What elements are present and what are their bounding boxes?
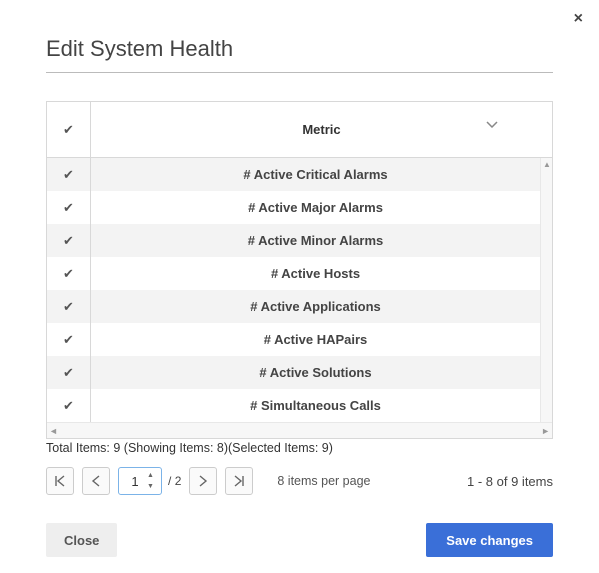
select-all-checkbox[interactable]: ✔ (47, 102, 91, 157)
row-checkbox[interactable]: ✔ (47, 257, 91, 290)
table-row[interactable]: ✔ # Active Critical Alarms (47, 158, 552, 191)
title-divider (46, 72, 553, 73)
row-checkbox[interactable]: ✔ (47, 356, 91, 389)
metric-cell: # Active Applications (91, 290, 552, 323)
page-total: / 2 (168, 474, 181, 488)
metrics-table: ✔ Metric ✔ # Active Critical Alarms ✔ # … (46, 101, 553, 439)
spinner-down-icon[interactable]: ▼ (147, 483, 157, 490)
column-header-label: Metric (302, 122, 340, 137)
row-checkbox[interactable]: ✔ (47, 224, 91, 257)
column-header-metric[interactable]: Metric (91, 102, 552, 157)
scroll-right-icon[interactable]: ► (541, 426, 550, 436)
table-row[interactable]: ✔ # Simultaneous Calls (47, 389, 552, 422)
page-number-value: 1 (131, 474, 138, 489)
close-button[interactable]: Close (46, 523, 117, 557)
scroll-left-icon[interactable]: ◄ (49, 426, 58, 436)
table-row[interactable]: ✔ # Active Solutions (47, 356, 552, 389)
row-checkbox[interactable]: ✔ (47, 323, 91, 356)
check-icon: ✔ (63, 266, 74, 282)
chevron-down-icon[interactable] (486, 116, 498, 134)
scroll-up-icon[interactable]: ▲ (543, 160, 551, 169)
items-range: 1 - 8 of 9 items (467, 474, 553, 489)
check-icon: ✔ (63, 200, 74, 216)
table-body: ✔ # Active Critical Alarms ✔ # Active Ma… (47, 158, 552, 422)
table-row[interactable]: ✔ # Active Major Alarms (47, 191, 552, 224)
prev-page-button[interactable] (82, 467, 110, 495)
items-per-page: 8 items per page (277, 474, 370, 488)
row-checkbox[interactable]: ✔ (47, 389, 91, 422)
metric-cell: # Active Minor Alarms (91, 224, 552, 257)
table-row[interactable]: ✔ # Active Hosts (47, 257, 552, 290)
check-icon: ✔ (63, 365, 74, 381)
metric-cell: # Active Major Alarms (91, 191, 552, 224)
row-checkbox[interactable]: ✔ (47, 290, 91, 323)
close-icon[interactable]: × (574, 10, 583, 28)
horizontal-scrollbar[interactable]: ◄ ► (47, 422, 552, 438)
metric-cell: # Simultaneous Calls (91, 389, 552, 422)
table-row[interactable]: ✔ # Active Minor Alarms (47, 224, 552, 257)
save-changes-button[interactable]: Save changes (426, 523, 553, 557)
check-icon: ✔ (63, 398, 74, 414)
vertical-scrollbar[interactable]: ▲ (540, 158, 552, 422)
check-icon: ✔ (63, 332, 74, 348)
table-row[interactable]: ✔ # Active HAPairs (47, 323, 552, 356)
table-header-row: ✔ Metric (47, 102, 552, 158)
row-checkbox[interactable]: ✔ (47, 158, 91, 191)
spinner-up-icon[interactable]: ▲ (147, 472, 157, 479)
check-icon: ✔ (63, 233, 74, 249)
metric-cell: # Active HAPairs (91, 323, 552, 356)
metric-cell: # Active Hosts (91, 257, 552, 290)
page-spinner: ▲ ▼ (147, 472, 157, 490)
check-icon: ✔ (63, 167, 74, 183)
check-icon: ✔ (63, 299, 74, 315)
last-page-button[interactable] (225, 467, 253, 495)
first-page-button[interactable] (46, 467, 74, 495)
row-checkbox[interactable]: ✔ (47, 191, 91, 224)
metric-cell: # Active Critical Alarms (91, 158, 552, 191)
items-status: Total Items: 9 (Showing Items: 8)(Select… (46, 441, 553, 455)
next-page-button[interactable] (189, 467, 217, 495)
dialog-title: Edit System Health (46, 36, 553, 62)
pagination: 1 ▲ ▼ / 2 8 items per page 1 - 8 of 9 it… (46, 467, 553, 495)
table-row[interactable]: ✔ # Active Applications (47, 290, 552, 323)
page-number-input[interactable]: 1 ▲ ▼ (118, 467, 162, 495)
check-icon: ✔ (63, 122, 74, 138)
dialog-footer: Close Save changes (46, 523, 553, 557)
metric-cell: # Active Solutions (91, 356, 552, 389)
